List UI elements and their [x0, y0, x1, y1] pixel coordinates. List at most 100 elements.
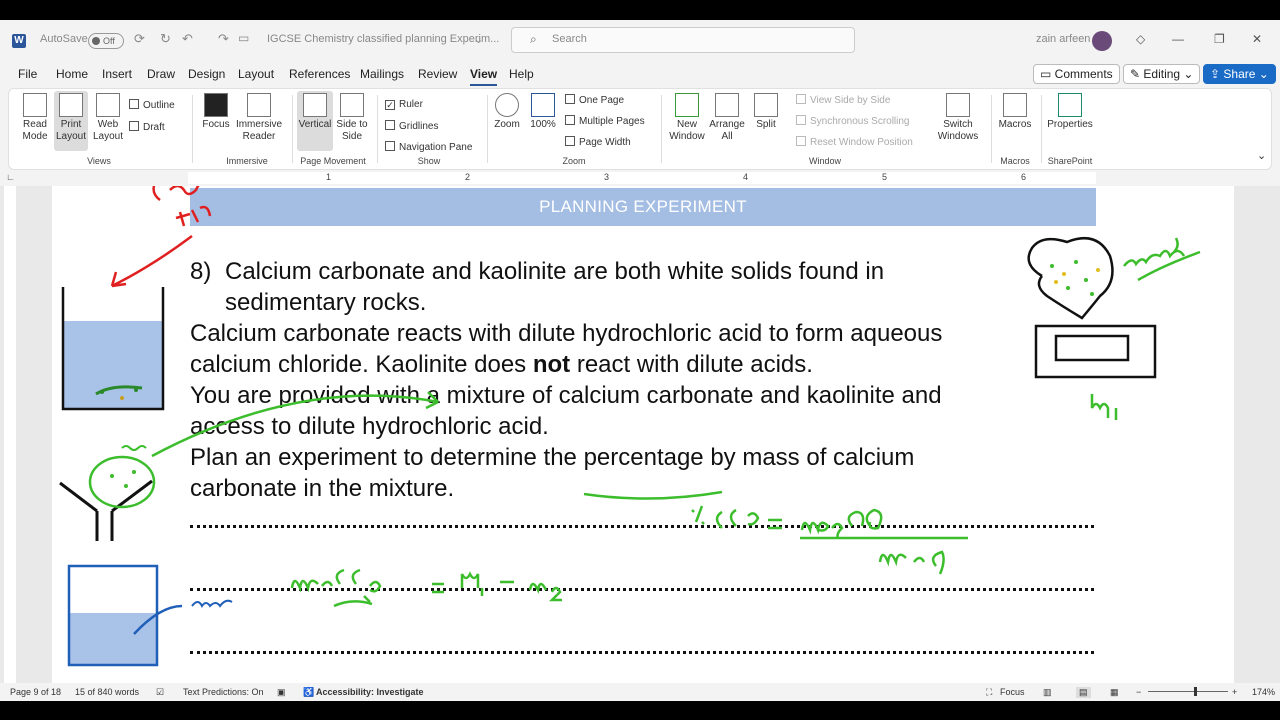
read-mode-button[interactable]: Read Mode — [17, 93, 53, 143]
tab-layout[interactable]: Layout — [238, 67, 274, 81]
focus-label: Focus — [202, 119, 230, 130]
restore-icon[interactable]: ❐ — [1214, 32, 1225, 46]
refresh-icon[interactable]: ↻ — [160, 31, 171, 47]
arrange-all-icon — [715, 93, 739, 117]
tab-review[interactable]: Review — [418, 67, 457, 81]
macro-record-icon[interactable]: ▣ — [277, 687, 286, 698]
zoom-100-button[interactable]: 100% — [527, 93, 559, 131]
print-layout-button[interactable]: Print Layout — [54, 91, 88, 151]
tab-home[interactable]: Home — [56, 67, 88, 81]
immersive-reader-button[interactable]: Immersive Reader — [233, 93, 285, 143]
new-window-button[interactable]: New Window — [665, 93, 709, 143]
draft-button[interactable]: Draft — [129, 121, 165, 133]
horizontal-ruler[interactable]: ∟ 1 2 3 4 5 6 — [0, 170, 1280, 186]
collapse-ribbon-icon[interactable]: ⌄ — [1257, 149, 1266, 162]
tab-file[interactable]: File — [18, 67, 37, 81]
tab-stop-icon[interactable]: ∟ — [6, 172, 15, 182]
hundred-percent-icon — [531, 93, 555, 117]
view-side-by-side-button[interactable]: View Side by Side — [796, 94, 890, 106]
minimize-icon[interactable]: — — [1172, 32, 1184, 46]
navigation-pane-checkbox[interactable]: Navigation Pane — [385, 141, 472, 153]
focus-button[interactable]: Focus — [199, 93, 233, 131]
comments-button[interactable]: ▭ Comments — [1033, 64, 1120, 84]
print-layout-label: Print Layout — [55, 119, 87, 142]
tab-references[interactable]: References — [289, 67, 350, 81]
gridlines-checkbox[interactable]: Gridlines — [385, 120, 438, 132]
read-mode-view-icon[interactable]: ▥ — [1043, 687, 1052, 698]
accessibility-status[interactable]: Accessibility: Investigate — [316, 687, 424, 697]
multiple-pages-label: Multiple Pages — [579, 116, 645, 127]
user-name: zain arfeen — [1036, 33, 1091, 45]
undo-icon[interactable]: ↶ — [182, 31, 193, 47]
search-input[interactable]: ⌕ Search — [511, 27, 855, 53]
group-macros-label: Macros — [1000, 156, 1030, 166]
document-title[interactable]: IGCSE Chemistry classified planning Expe… — [267, 33, 499, 45]
tab-help[interactable]: Help — [509, 67, 534, 81]
split-button[interactable]: Split — [749, 93, 783, 131]
share-button[interactable]: ⇪ Share ⌄ — [1203, 64, 1276, 84]
autosave-toggle[interactable]: Off — [88, 33, 124, 49]
avatar[interactable] — [1092, 31, 1112, 51]
reset-window-button[interactable]: Reset Window Position — [796, 136, 913, 148]
switch-windows-label: Switch Windows — [937, 119, 979, 142]
vertical-button[interactable]: Vertical — [297, 91, 333, 151]
group-show-label: Show — [417, 156, 441, 166]
side-to-side-button[interactable]: Side to Side — [335, 93, 369, 143]
sync-scrolling-button[interactable]: Synchronous Scrolling — [796, 115, 910, 127]
web-layout-view-icon[interactable]: ▦ — [1110, 687, 1119, 698]
vertical-ruler[interactable] — [4, 186, 16, 683]
zoom-level[interactable]: 174% — [1252, 687, 1275, 697]
red-annotation — [110, 186, 212, 288]
read-mode-label: Read Mode — [22, 119, 48, 142]
editing-button[interactable]: ✎ Editing ⌄ — [1123, 64, 1201, 84]
share-label: Share — [1223, 67, 1256, 81]
ruler-checkbox[interactable]: ✓ Ruler — [385, 99, 423, 110]
title-chevron-down-icon[interactable]: ⌄ — [474, 33, 483, 46]
tab-design[interactable]: Design — [188, 67, 225, 81]
save-icon[interactable]: ⟳ — [134, 31, 145, 47]
properties-button[interactable]: Properties — [1045, 93, 1095, 131]
group-sharepoint-label: SharePoint — [1047, 156, 1093, 166]
zoom-in-icon[interactable]: + — [1232, 687, 1237, 697]
reset-window-label: Reset Window Position — [810, 137, 913, 148]
zoom-slider-thumb[interactable] — [1194, 687, 1197, 696]
title-bar: W AutoSave Off ⟳ ↻ ↶ ↷ ▭ IGCSE Chemistry… — [0, 20, 1280, 62]
multiple-pages-button[interactable]: Multiple Pages — [565, 115, 645, 127]
text-predictions[interactable]: Text Predictions: On — [183, 687, 264, 697]
macros-button[interactable]: Macros — [995, 93, 1035, 131]
sync-scroll-icon — [796, 115, 806, 125]
arrange-all-button[interactable]: Arrange All — [707, 93, 747, 143]
ink-annotations — [59, 186, 1201, 667]
group-separator — [661, 95, 662, 163]
group-page-movement-label: Page Movement — [300, 156, 366, 166]
tab-draw[interactable]: Draw — [147, 67, 175, 81]
quick-access-icon[interactable]: ▭ — [238, 31, 249, 45]
search-placeholder: Search — [552, 33, 587, 45]
tab-insert[interactable]: Insert — [102, 67, 132, 81]
web-layout-button[interactable]: Web Layout — [91, 93, 125, 143]
word-count[interactable]: 15 of 840 words — [75, 687, 139, 697]
zoom-out-icon[interactable]: − — [1136, 687, 1141, 697]
one-page-button[interactable]: One Page — [565, 94, 624, 106]
diamond-icon[interactable]: ◇ — [1136, 32, 1145, 46]
editing-label: Editing — [1143, 67, 1181, 81]
document-page[interactable]: PLANNING EXPERIMENT 8) Calcium carbonate… — [52, 186, 1234, 683]
proofing-icon[interactable]: ☑ — [156, 687, 164, 698]
group-separator — [192, 95, 193, 163]
globe-page-icon — [96, 93, 120, 117]
close-icon[interactable]: ✕ — [1252, 32, 1262, 46]
zoom-slider[interactable] — [1148, 691, 1228, 692]
zoom-button[interactable]: Zoom — [491, 93, 523, 131]
properties-label: Properties — [1047, 119, 1093, 130]
focus-mode-label[interactable]: Focus — [1000, 687, 1025, 697]
tab-mailings[interactable]: Mailings — [360, 67, 404, 81]
outline-button[interactable]: Outline — [129, 99, 175, 111]
focus-mode-icon[interactable]: ⛶ — [986, 687, 992, 698]
page-count[interactable]: Page 9 of 18 — [10, 687, 61, 697]
comment-icon: ▭ — [1040, 67, 1055, 81]
switch-windows-button[interactable]: Switch Windows — [931, 93, 985, 143]
print-layout-view-icon[interactable]: ▤ — [1076, 687, 1091, 698]
redo-icon[interactable]: ↷ — [218, 31, 229, 47]
page-width-button[interactable]: Page Width — [565, 136, 631, 148]
tab-view[interactable]: View — [470, 67, 498, 86]
